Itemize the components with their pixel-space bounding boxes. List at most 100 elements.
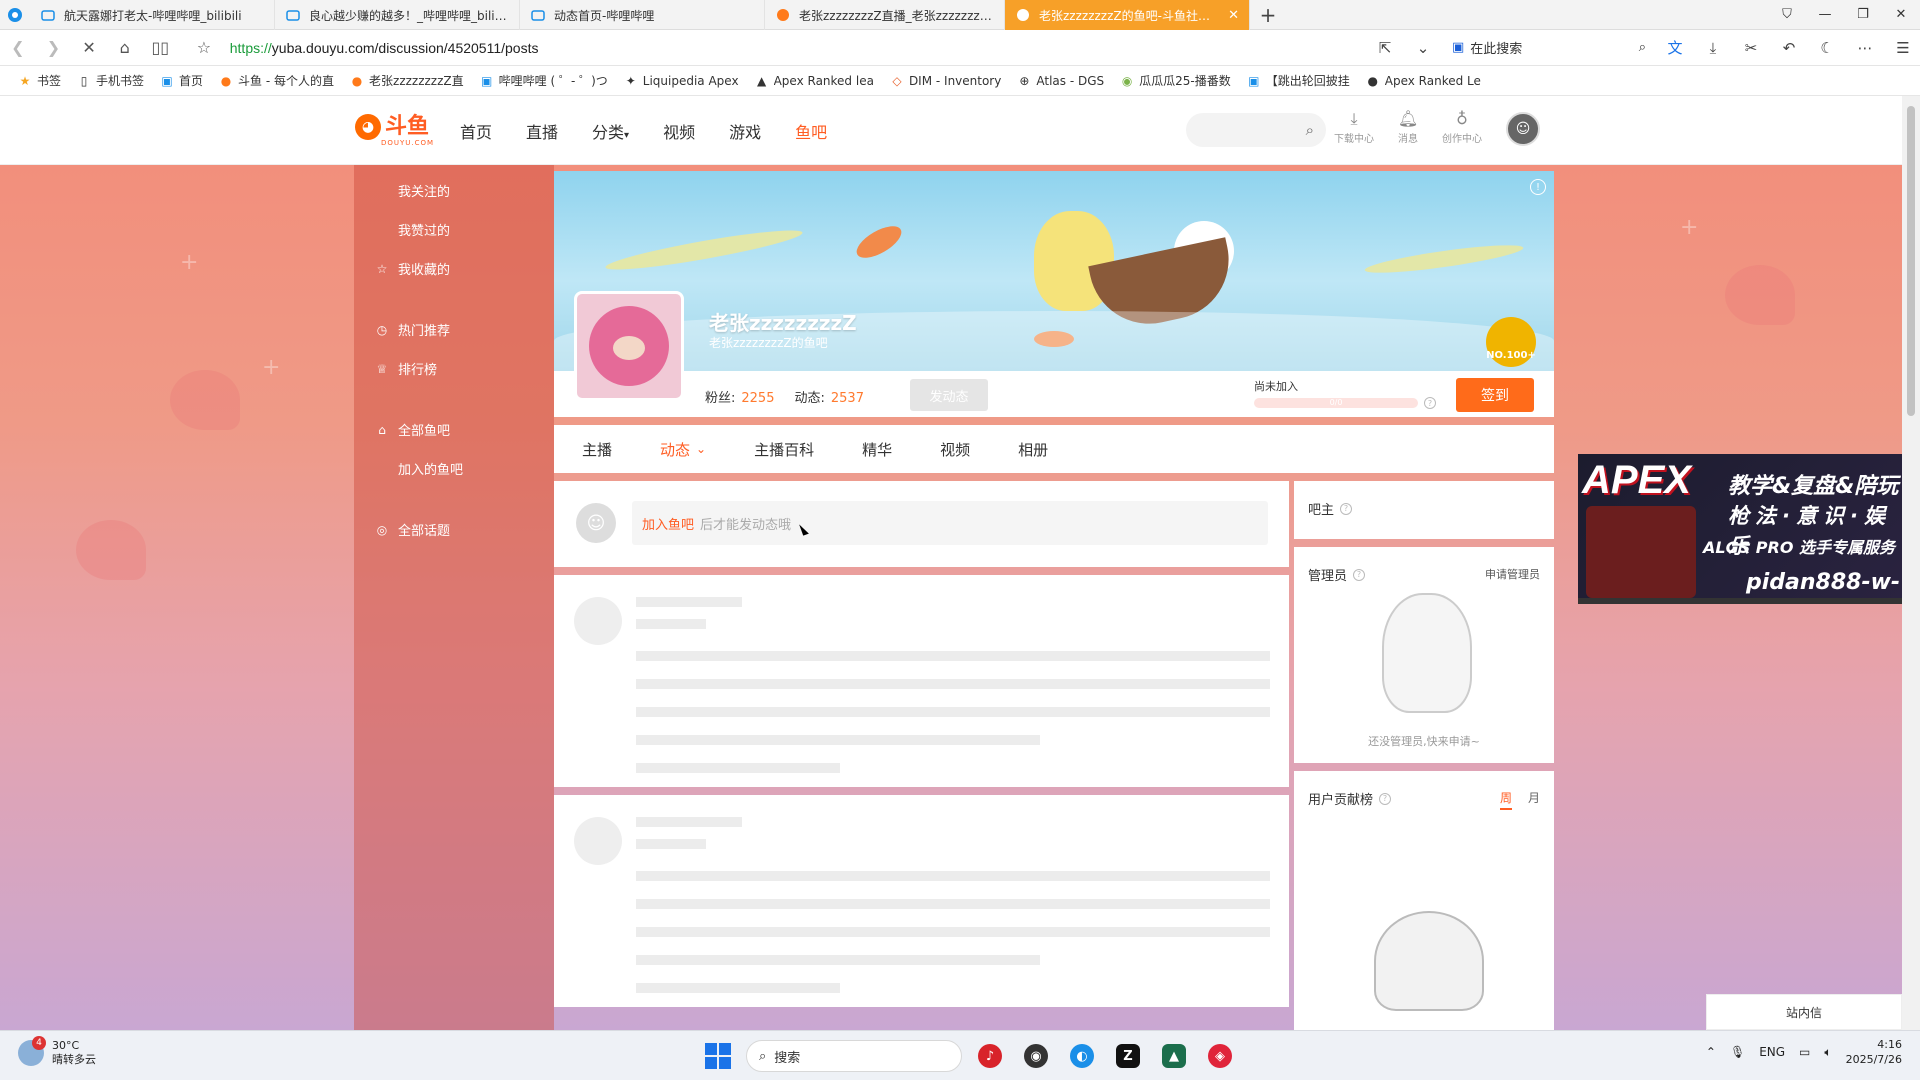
menu-item-live[interactable]: 直播 — [526, 119, 558, 143]
menu-item-home[interactable]: 首页 — [460, 119, 492, 143]
period-month[interactable]: 月 — [1528, 789, 1540, 810]
tab-wiki[interactable]: 主播百科 — [754, 439, 814, 460]
microphone-icon[interactable]: 🎙︎ — [1730, 1045, 1745, 1059]
home-button[interactable]: ⌂ — [107, 30, 143, 66]
menu-icon[interactable]: ☰ — [1886, 31, 1920, 65]
bookmark-star-icon[interactable]: ☆ — [186, 30, 222, 66]
bookmark-item[interactable]: ◇ DIM - Inventory — [884, 74, 1007, 88]
menu-item-games[interactable]: 游戏 — [729, 119, 761, 143]
help-icon[interactable]: ? — [1353, 568, 1366, 581]
help-icon[interactable]: ? — [1340, 502, 1353, 515]
sidebar-item-ranking[interactable]: ♕ 排行榜 — [374, 359, 437, 379]
weather-widget[interactable]: 4 30°C 晴转多云 — [18, 1036, 96, 1067]
taskbar-zed[interactable]: Z — [1110, 1038, 1146, 1074]
tab-album[interactable]: 相册 — [1018, 439, 1048, 460]
taskbar-obs[interactable]: ◉ — [1018, 1038, 1054, 1074]
bookmark-item[interactable]: ● 斗鱼 - 每个人的直 — [213, 72, 340, 89]
bookmark-item[interactable]: ▣ 【跳出轮回披挂 — [1241, 72, 1356, 89]
period-week[interactable]: 周 — [1499, 789, 1512, 810]
bookmark-item[interactable]: ● 老张zzzzzzzzZ直 — [344, 72, 470, 89]
browser-search-box[interactable]: ▣ 在此搜索 ⌕ — [1444, 35, 1654, 61]
browser-app-icon[interactable] — [0, 0, 30, 29]
taskbar-browser[interactable]: ◐ — [1064, 1038, 1100, 1074]
new-tab-button[interactable]: + — [1250, 0, 1286, 29]
scrollbar-thumb[interactable] — [1907, 106, 1915, 416]
url-field[interactable]: https://yuba.douyu.com/discussion/452051… — [230, 40, 1368, 56]
download-center-button[interactable]: ⤓ 下载中心 — [1334, 110, 1374, 146]
minimize-button[interactable]: — — [1806, 0, 1844, 29]
bookmark-item[interactable]: ▲ Apex Ranked lea — [749, 74, 880, 88]
user-avatar[interactable]: ☺ — [1506, 112, 1540, 146]
search-icon[interactable]: ⌕ — [1306, 121, 1314, 139]
tab-posts[interactable]: 动态 ⌄ — [660, 439, 706, 460]
creator-center-button[interactable]: ♁ 创作中心 — [1442, 110, 1482, 146]
menu-item-yuba[interactable]: 鱼吧 — [795, 119, 827, 143]
sidebar-item-following[interactable]: 我关注的 — [374, 181, 450, 200]
site-search-input[interactable]: ⌕ — [1186, 113, 1326, 147]
tray-expand-icon[interactable]: ⌃ — [1706, 1045, 1716, 1059]
close-window-button[interactable]: ✕ — [1882, 0, 1920, 29]
tab-videos[interactable]: 视频 — [940, 439, 970, 460]
taskbar-app-red[interactable]: ◈ — [1202, 1038, 1238, 1074]
volume-icon[interactable]: 🔈︎ — [1824, 1045, 1831, 1060]
help-icon[interactable]: ? — [1379, 792, 1392, 805]
more-icon[interactable]: ⋯ — [1848, 31, 1882, 65]
bookmark-item[interactable]: ▯ 手机书签 — [71, 72, 150, 89]
bookmark-item[interactable]: ⊕ Atlas - DGS — [1011, 74, 1110, 88]
browser-tab[interactable]: 动态首页-哔哩哔哩 — [520, 0, 765, 30]
page-scrollbar[interactable] — [1902, 96, 1920, 1030]
reader-icon[interactable]: ▯▯ — [143, 30, 179, 66]
browser-tab[interactable]: 航天露娜打老太-哔哩哔哩_bilibili — [30, 0, 275, 30]
search-icon[interactable]: ⌕ — [1639, 40, 1646, 55]
sidebar-item-liked[interactable]: 我赞过的 — [374, 220, 450, 239]
browser-tab-active[interactable]: 老张zzzzzzzzZ的鱼吧-斗鱼社区,直播 ✕ — [1005, 0, 1250, 30]
back-button[interactable]: ❮ — [0, 30, 36, 66]
bookmark-item[interactable]: ✦ Liquipedia Apex — [618, 74, 745, 88]
share-icon[interactable]: ⇱ — [1368, 31, 1402, 65]
bookmark-item[interactable]: ▣ 首页 — [154, 72, 209, 89]
info-icon[interactable]: ! — [1530, 179, 1546, 195]
post-button[interactable]: 发动态 — [910, 379, 988, 411]
apply-admin-link[interactable]: 申请管理员 — [1485, 566, 1540, 582]
bookmark-item[interactable]: ▣ 哔哩哔哩 ( ゜- ゜)つ — [474, 72, 614, 89]
messages-button[interactable]: 🔔︎ 消息 — [1388, 110, 1428, 146]
apex-ad-banner[interactable]: APEX 教学&复盘&陪玩 枪法·意识·娱乐 ALGS PRO 选手专属服务 p… — [1578, 454, 1908, 604]
sidebar-item-favorites[interactable]: ☆ 我收藏的 — [374, 259, 450, 279]
checkin-button[interactable]: 签到 — [1456, 378, 1534, 412]
help-icon[interactable]: ? — [1424, 397, 1436, 409]
site-message-button[interactable]: 站内信 — [1706, 994, 1902, 1030]
tab-featured[interactable]: 精华 — [862, 439, 892, 460]
close-tab-icon[interactable]: ✕ — [1228, 8, 1239, 23]
compose-input[interactable]: 加入鱼吧 后才能发动态哦 — [632, 501, 1268, 545]
chevron-down-icon[interactable]: ⌄ — [1406, 31, 1440, 65]
bookmark-item[interactable]: ★ 书签 — [12, 72, 67, 89]
download-icon[interactable]: ⤓ — [1696, 31, 1730, 65]
bookmark-item[interactable]: ◉ 瓜瓜瓜25-播番数 — [1114, 72, 1237, 89]
system-clock[interactable]: 4:16 2025/7/26 — [1846, 1037, 1902, 1067]
forward-button[interactable]: ❯ — [36, 30, 72, 66]
sidebar-item-all-groups[interactable]: ⌂ 全部鱼吧 — [374, 420, 450, 440]
network-icon[interactable]: ▭ — [1799, 1045, 1810, 1059]
undo-icon[interactable]: ↶ — [1772, 31, 1806, 65]
taskbar-netease-music[interactable]: ♪ — [972, 1038, 1008, 1074]
browser-tab[interactable]: 良心越少赚的越多！_哔哩哔哩_bilibili — [275, 0, 520, 30]
start-button[interactable] — [700, 1038, 736, 1074]
menu-item-category[interactable]: 分类▾ — [592, 119, 629, 143]
sidebar-item-topics[interactable]: ◎ 全部话题 — [374, 520, 450, 540]
moon-icon[interactable]: ☾ — [1810, 31, 1844, 65]
translate-icon[interactable]: 文 — [1658, 31, 1692, 65]
scissors-icon[interactable]: ✂ — [1734, 31, 1768, 65]
shirt-icon[interactable]: ⛉ — [1768, 0, 1806, 29]
browser-tab[interactable]: 老张zzzzzzzzZ直播_老张zzzzzzzzZ直 — [765, 0, 1005, 30]
tab-streamer[interactable]: 主播 — [582, 439, 612, 460]
input-language[interactable]: ENG — [1759, 1045, 1785, 1059]
sidebar-item-hot[interactable]: ◷ 热门推荐 — [374, 320, 450, 340]
maximize-button[interactable]: ❐ — [1844, 0, 1882, 29]
group-avatar[interactable] — [574, 291, 684, 401]
taskbar-apex[interactable]: ▲ — [1156, 1038, 1192, 1074]
menu-item-video[interactable]: 视频 — [663, 119, 695, 143]
join-group-link[interactable]: 加入鱼吧 — [642, 514, 694, 533]
bookmark-item[interactable]: ● Apex Ranked Le — [1360, 74, 1487, 88]
sidebar-item-joined-groups[interactable]: 加入的鱼吧 — [374, 459, 463, 478]
douyu-logo[interactable]: ◕ 斗鱼 DOUYU.COM — [355, 114, 433, 147]
